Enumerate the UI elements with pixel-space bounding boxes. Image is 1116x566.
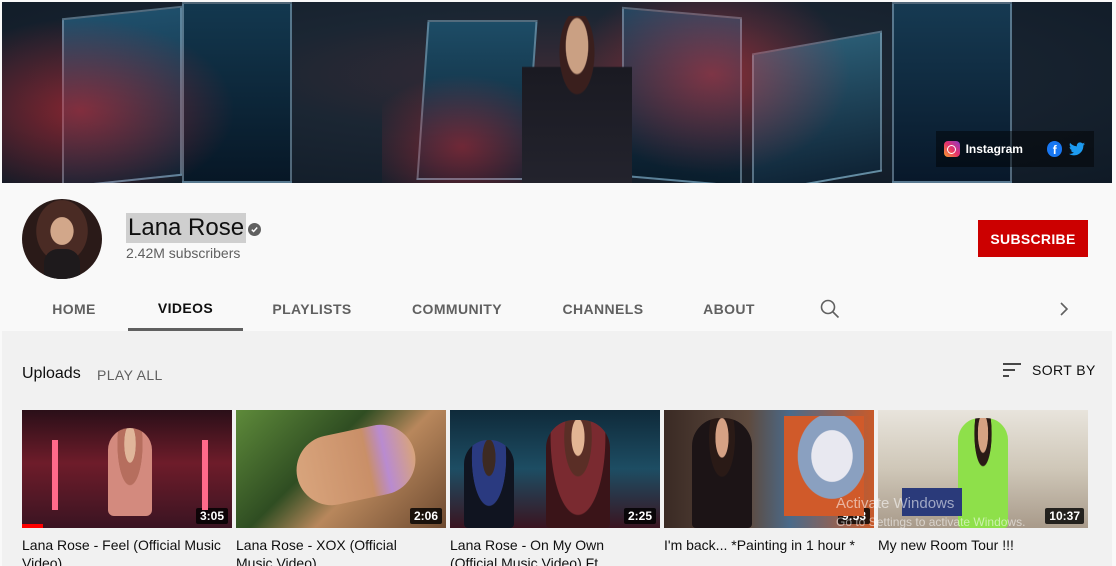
twitter-icon[interactable]	[1068, 141, 1086, 157]
banner-artist-figure	[522, 16, 632, 183]
video-title[interactable]: Lana Rose - XOX (Official Music Video)	[236, 536, 436, 566]
video-duration: 10:37	[1045, 508, 1084, 524]
video-title[interactable]: Lana Rose - On My Own (Official Music Vi…	[450, 536, 650, 566]
sort-icon	[1003, 363, 1021, 377]
tab-about[interactable]: ABOUT	[688, 287, 770, 331]
video-card[interactable]: 2:25 Lana Rose - On My Own (Official Mus…	[450, 410, 660, 566]
banner-red-light	[2, 2, 262, 183]
video-title[interactable]: I'm back... *Painting in 1 hour *	[664, 536, 864, 554]
subscribe-button[interactable]: SUBSCRIBE	[978, 220, 1088, 257]
video-duration: 2:06	[409, 508, 442, 524]
video-grid: 3:05 Lana Rose - Feel (Official Music Vi…	[22, 410, 1092, 566]
sort-by-button[interactable]: SORT BY	[1002, 362, 1096, 378]
channel-search-icon[interactable]	[818, 297, 842, 321]
facebook-icon[interactable]: f	[1046, 141, 1063, 157]
youtube-channel-page: Instagram f Lana Rose 2.42M subscribers …	[0, 0, 1116, 566]
video-thumbnail[interactable]: 2:25	[450, 410, 660, 528]
subscriber-count: 2.42M subscribers	[126, 245, 241, 261]
video-thumbnail[interactable]: 3:05	[22, 410, 232, 528]
tab-home[interactable]: HOME	[22, 287, 126, 331]
video-title[interactable]: My new Room Tour !!!	[878, 536, 1078, 554]
video-duration: 2:25	[623, 508, 656, 524]
video-thumbnail[interactable]: 2:06	[236, 410, 446, 528]
uploads-heading: Uploads	[22, 365, 81, 382]
banner-social-links: Instagram f	[936, 131, 1094, 167]
video-card[interactable]: 2:06 Lana Rose - XOX (Official Music Vid…	[236, 410, 446, 566]
watch-progress-bar	[22, 524, 43, 528]
sort-by-label: SORT BY	[1032, 362, 1096, 378]
play-all-button[interactable]: PLAY ALL	[97, 367, 163, 383]
chevron-right-icon[interactable]	[1052, 297, 1076, 321]
video-title[interactable]: Lana Rose - Feel (Official Music Video)	[22, 536, 222, 566]
tab-community[interactable]: COMMUNITY	[400, 287, 514, 331]
video-card[interactable]: 10:37 My new Room Tour !!!	[878, 410, 1088, 554]
watermark-title: Activate Windows	[836, 495, 955, 512]
tab-channels[interactable]: CHANNELS	[548, 287, 658, 331]
watermark-subtitle: Go to Settings to activate Windows.	[836, 515, 1026, 529]
video-card[interactable]: 9:53 I'm back... *Painting in 1 hour *	[664, 410, 874, 554]
channel-banner: Instagram f	[2, 2, 1112, 183]
tab-playlists[interactable]: PLAYLISTS	[254, 287, 370, 331]
channel-tabs: HOME VIDEOS PLAYLISTS COMMUNITY CHANNELS…	[2, 287, 1112, 331]
channel-avatar[interactable]	[22, 199, 102, 279]
channel-name: Lana Rose	[126, 213, 247, 243]
verified-check-icon	[248, 223, 261, 236]
video-card[interactable]: 3:05 Lana Rose - Feel (Official Music Vi…	[22, 410, 232, 566]
channel-header: Lana Rose 2.42M subscribers SUBSCRIBE HO…	[2, 183, 1112, 331]
video-duration: 3:05	[195, 508, 228, 524]
instagram-icon[interactable]	[944, 141, 960, 157]
activate-windows-watermark: Activate Windows Go to Settings to activ…	[836, 495, 1025, 531]
tab-videos[interactable]: VIDEOS	[128, 287, 243, 331]
instagram-link[interactable]: Instagram	[966, 142, 1023, 156]
